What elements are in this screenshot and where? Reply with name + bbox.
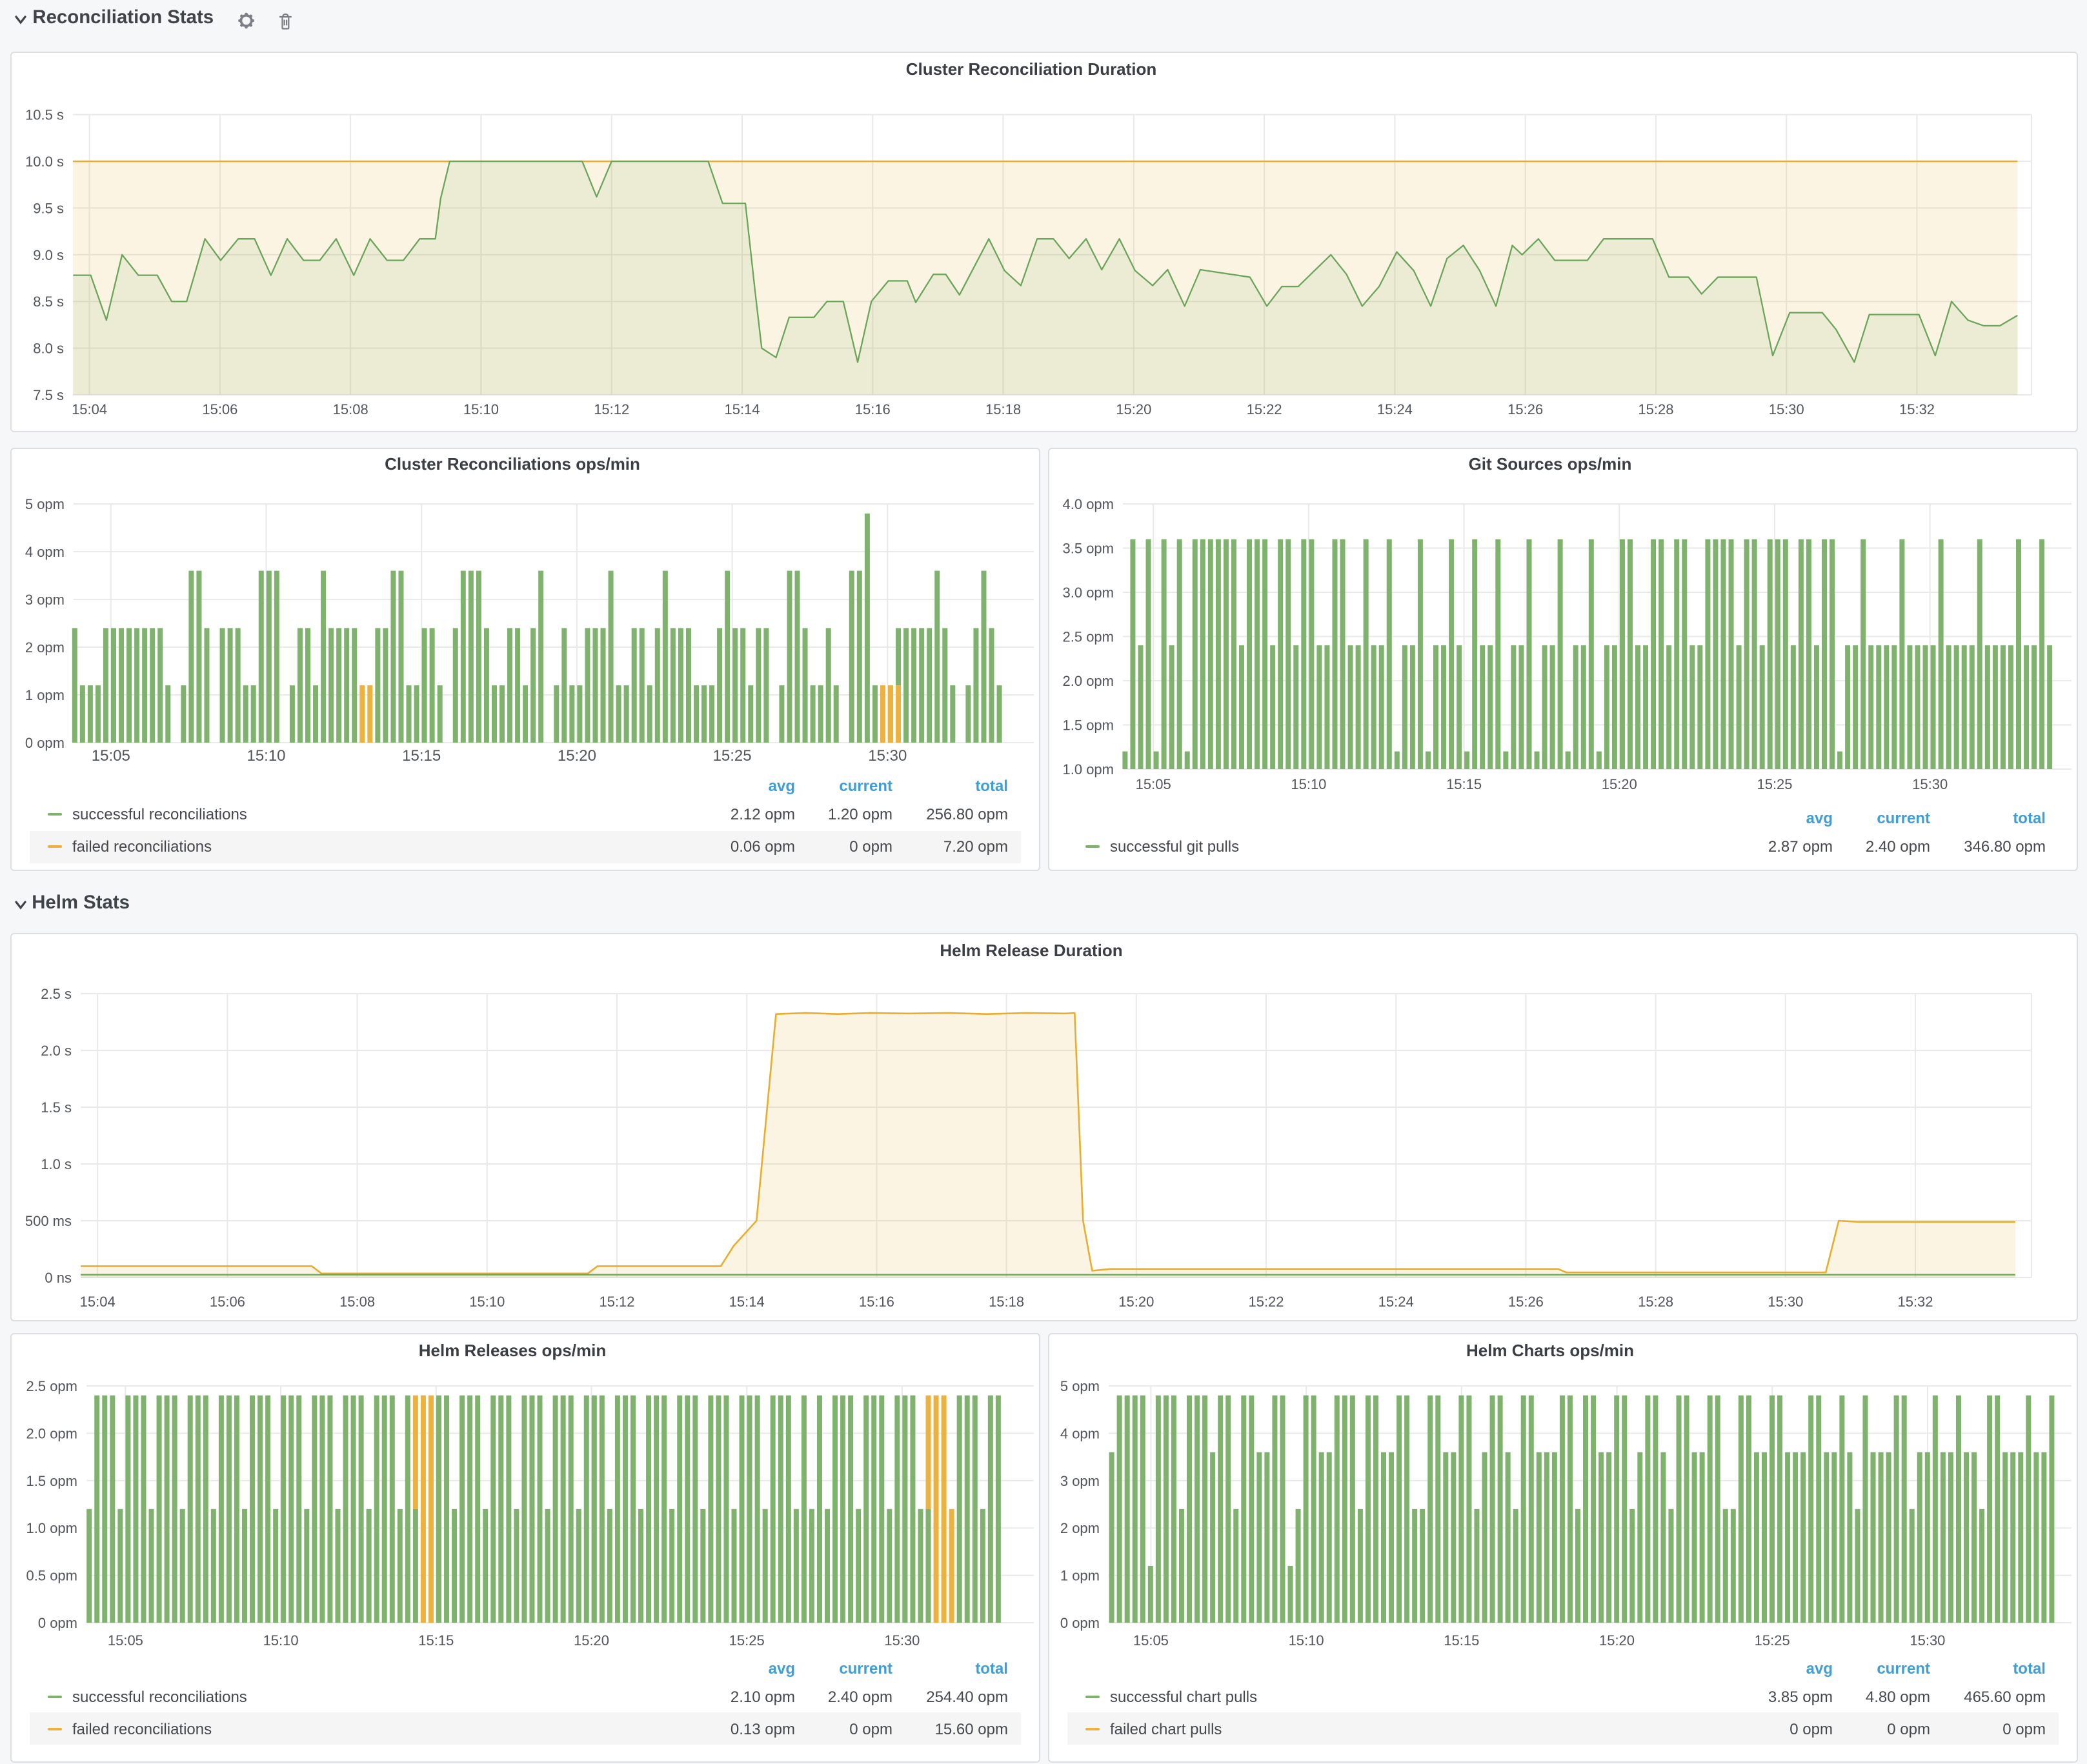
svg-text:8.0 s: 8.0 s <box>33 341 64 357</box>
svg-text:15:25: 15:25 <box>713 747 752 764</box>
svg-text:0 opm: 0 opm <box>1060 1615 1100 1631</box>
svg-text:15:05: 15:05 <box>1133 1632 1169 1649</box>
svg-text:1 opm: 1 opm <box>25 687 65 703</box>
svg-text:15:14: 15:14 <box>729 1294 765 1310</box>
svg-text:15:20: 15:20 <box>1602 776 1637 792</box>
svg-text:2 opm: 2 opm <box>25 639 65 655</box>
svg-text:15:20: 15:20 <box>1118 1294 1154 1310</box>
svg-text:15:10: 15:10 <box>469 1294 505 1310</box>
svg-text:4 opm: 4 opm <box>1060 1425 1100 1441</box>
svg-text:2.5 opm: 2.5 opm <box>26 1378 78 1394</box>
svg-text:1.0 opm: 1.0 opm <box>26 1520 78 1536</box>
svg-text:0 ns: 0 ns <box>45 1270 72 1286</box>
svg-text:15:06: 15:06 <box>210 1294 245 1310</box>
svg-text:15:18: 15:18 <box>989 1294 1024 1310</box>
svg-text:3.0 opm: 3.0 opm <box>1063 584 1114 600</box>
svg-text:15:10: 15:10 <box>1291 776 1326 792</box>
svg-text:1 opm: 1 opm <box>1060 1568 1100 1584</box>
svg-text:1.0 opm: 1.0 opm <box>1063 761 1114 777</box>
svg-text:15:30: 15:30 <box>868 747 907 764</box>
svg-text:15:28: 15:28 <box>1638 401 1673 417</box>
svg-text:15:15: 15:15 <box>418 1632 454 1649</box>
svg-text:15:04: 15:04 <box>80 1294 116 1310</box>
svg-text:15:10: 15:10 <box>247 747 285 764</box>
svg-text:15:32: 15:32 <box>1899 401 1935 417</box>
svg-text:1.5 opm: 1.5 opm <box>26 1473 78 1489</box>
svg-text:15:22: 15:22 <box>1248 1294 1284 1310</box>
svg-text:15:30: 15:30 <box>1912 776 1948 792</box>
svg-text:5 opm: 5 opm <box>25 496 65 512</box>
svg-text:15:30: 15:30 <box>884 1632 920 1649</box>
svg-text:0 opm: 0 opm <box>25 734 65 750</box>
svg-text:15:18: 15:18 <box>985 401 1021 417</box>
svg-text:2 opm: 2 opm <box>1060 1520 1100 1536</box>
svg-text:15:15: 15:15 <box>1446 776 1482 792</box>
svg-text:1.5 s: 1.5 s <box>41 1099 72 1116</box>
svg-text:15:22: 15:22 <box>1247 401 1282 417</box>
svg-text:15:12: 15:12 <box>599 1294 634 1310</box>
svg-text:15:20: 15:20 <box>574 1632 609 1649</box>
svg-text:15:26: 15:26 <box>1508 1294 1544 1310</box>
svg-text:4.0 opm: 4.0 opm <box>1063 496 1114 512</box>
svg-text:9.5 s: 9.5 s <box>33 200 64 216</box>
svg-text:3.5 opm: 3.5 opm <box>1063 540 1114 556</box>
svg-text:2.5 opm: 2.5 opm <box>1063 628 1114 645</box>
svg-text:15:12: 15:12 <box>594 401 629 417</box>
svg-text:15:20: 15:20 <box>1599 1632 1635 1649</box>
svg-text:15:08: 15:08 <box>333 401 368 417</box>
svg-text:15:14: 15:14 <box>724 401 760 417</box>
svg-text:15:20: 15:20 <box>558 747 596 764</box>
svg-text:7.5 s: 7.5 s <box>33 387 64 403</box>
svg-text:2.0 opm: 2.0 opm <box>26 1425 78 1441</box>
svg-text:3 opm: 3 opm <box>1060 1473 1100 1489</box>
svg-text:9.0 s: 9.0 s <box>33 247 64 263</box>
svg-text:15:26: 15:26 <box>1507 401 1543 417</box>
svg-text:15:16: 15:16 <box>855 401 891 417</box>
svg-text:10.5 s: 10.5 s <box>25 107 64 123</box>
svg-text:500 ms: 500 ms <box>25 1213 72 1229</box>
svg-text:2.0 s: 2.0 s <box>41 1043 72 1059</box>
svg-text:1.5 opm: 1.5 opm <box>1063 717 1114 733</box>
svg-text:15:32: 15:32 <box>1897 1294 1933 1310</box>
svg-text:15:28: 15:28 <box>1638 1294 1673 1310</box>
svg-text:15:30: 15:30 <box>1910 1632 1945 1649</box>
svg-text:0.5 opm: 0.5 opm <box>26 1568 78 1584</box>
svg-text:15:10: 15:10 <box>463 401 499 417</box>
svg-text:15:15: 15:15 <box>402 747 441 764</box>
svg-text:5 opm: 5 opm <box>1060 1378 1100 1394</box>
svg-text:15:25: 15:25 <box>1757 776 1792 792</box>
svg-text:10.0 s: 10.0 s <box>25 154 64 170</box>
svg-text:0 opm: 0 opm <box>38 1615 77 1631</box>
svg-text:15:30: 15:30 <box>1769 401 1804 417</box>
svg-text:15:20: 15:20 <box>1116 401 1151 417</box>
svg-text:15:25: 15:25 <box>729 1632 765 1649</box>
svg-text:4 opm: 4 opm <box>25 543 65 559</box>
svg-text:15:04: 15:04 <box>72 401 107 417</box>
svg-text:15:10: 15:10 <box>1289 1632 1324 1649</box>
svg-text:15:05: 15:05 <box>92 747 130 764</box>
svg-text:3 opm: 3 opm <box>25 591 65 607</box>
svg-text:15:24: 15:24 <box>1377 401 1413 417</box>
svg-text:15:05: 15:05 <box>1136 776 1171 792</box>
svg-text:15:05: 15:05 <box>108 1632 143 1649</box>
svg-text:15:06: 15:06 <box>202 401 237 417</box>
svg-text:8.5 s: 8.5 s <box>33 294 64 310</box>
svg-text:15:25: 15:25 <box>1755 1632 1790 1649</box>
svg-text:15:10: 15:10 <box>263 1632 299 1649</box>
svg-text:15:30: 15:30 <box>1768 1294 1803 1310</box>
svg-text:15:08: 15:08 <box>339 1294 375 1310</box>
svg-text:2.5 s: 2.5 s <box>41 986 72 1002</box>
svg-text:2.0 opm: 2.0 opm <box>1063 672 1114 688</box>
svg-text:15:24: 15:24 <box>1378 1294 1414 1310</box>
svg-text:1.0 s: 1.0 s <box>41 1156 72 1172</box>
svg-text:15:15: 15:15 <box>1444 1632 1479 1649</box>
svg-text:15:16: 15:16 <box>859 1294 894 1310</box>
